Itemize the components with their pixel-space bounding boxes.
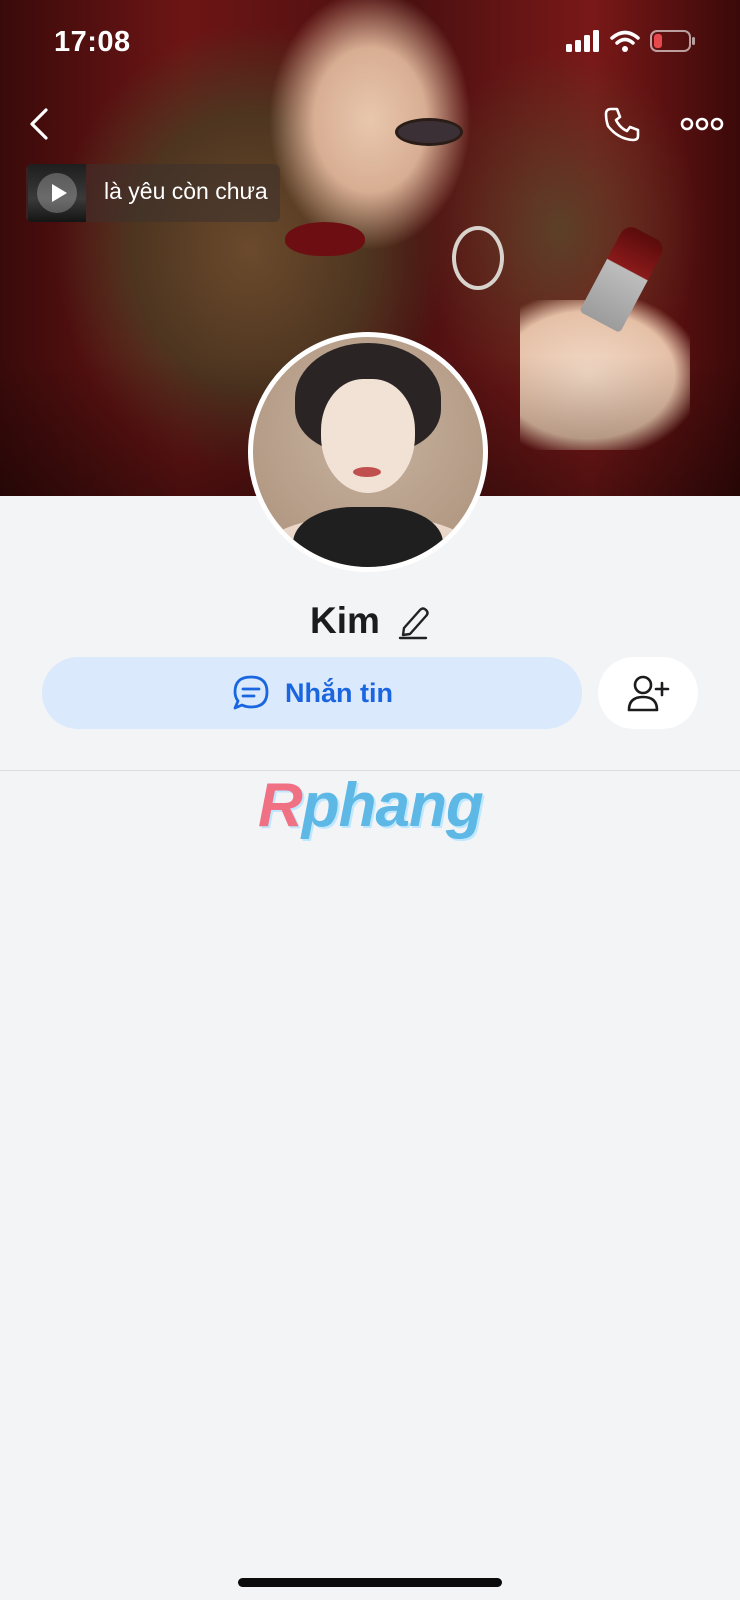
add-user-icon (627, 675, 670, 712)
profile-name: Kim (310, 600, 380, 641)
cover-eye (395, 118, 463, 146)
music-title: là yêu còn chưa (104, 178, 268, 204)
cover-lips (285, 222, 365, 256)
more-horizontal-icon (680, 117, 724, 131)
status-icons (566, 30, 696, 52)
profile-name-row: Kim (0, 596, 740, 646)
home-indicator[interactable] (238, 1578, 502, 1587)
chevron-left-icon (30, 108, 48, 140)
cellular-signal-icon (566, 30, 599, 52)
avatar-image (253, 337, 483, 567)
battery-low-icon (650, 30, 695, 52)
message-button-label: Nhắn tin (285, 677, 393, 708)
phone-icon (604, 107, 640, 142)
call-button[interactable] (602, 104, 642, 144)
edit-name-icon[interactable] (396, 602, 430, 640)
profile-music-player[interactable]: là yêu còn chưa (26, 164, 280, 222)
play-icon (37, 173, 77, 213)
chat-bubble-icon (233, 675, 269, 710)
wifi-icon (610, 30, 640, 52)
music-album-art (28, 164, 86, 222)
avatar[interactable] (248, 332, 488, 572)
avatar-dress (293, 507, 443, 567)
more-options-button[interactable] (680, 112, 724, 136)
watermark-logo: Rphang (258, 771, 484, 840)
message-button[interactable]: Nhắn tin (42, 657, 582, 729)
avatar-mouth (353, 467, 381, 477)
status-bar: 17:08 (0, 0, 740, 88)
cover-earring (452, 226, 504, 290)
back-button[interactable] (22, 104, 58, 144)
status-time: 17:08 (54, 26, 131, 58)
add-friend-button[interactable] (598, 657, 698, 729)
